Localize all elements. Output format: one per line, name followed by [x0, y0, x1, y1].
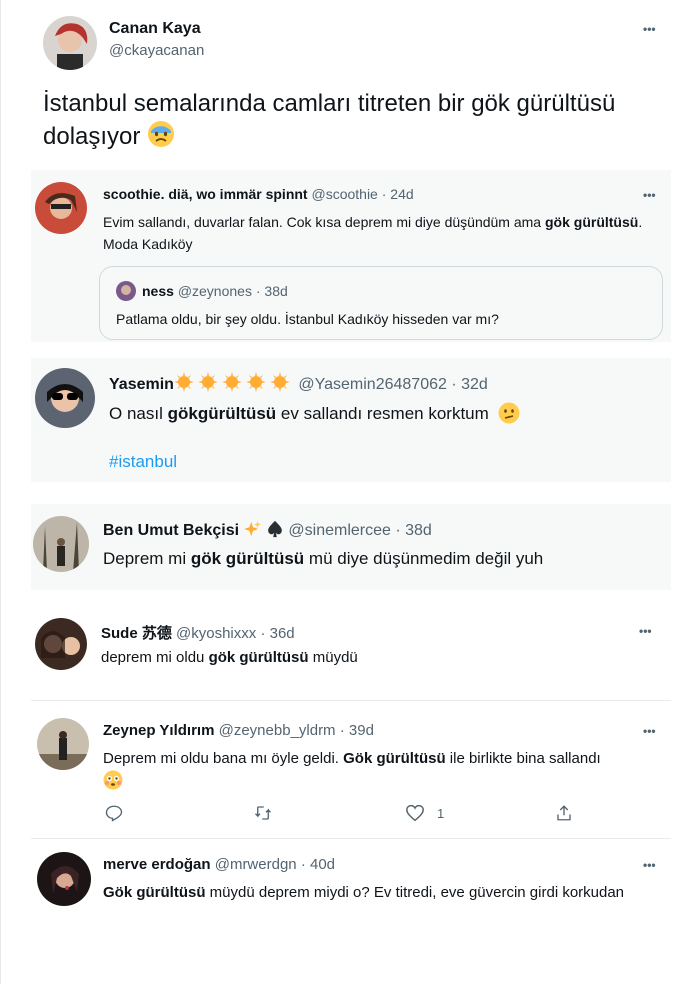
reply-header: Ben Umut Bekçisi @sinemlercee · 38d — [103, 520, 432, 540]
hashtag-link[interactable]: #istanbul — [109, 452, 177, 472]
reply-timestamp[interactable]: · 36d — [260, 625, 294, 642]
reply-header: merve erdoğan @mrwerdgn · 40d — [103, 856, 335, 873]
main-author-name[interactable]: Canan Kaya — [109, 20, 201, 38]
reply-avatar[interactable] — [35, 182, 87, 234]
more-options-icon[interactable]: ••• — [639, 625, 652, 637]
main-tweet-body: İstanbul semalarında camları titreten bi… — [43, 90, 616, 150]
reply-timestamp[interactable]: · 24d — [382, 186, 414, 202]
reply-timestamp[interactable]: · 38d — [395, 522, 431, 539]
main-author-handle[interactable]: @ckayacanan — [109, 42, 204, 59]
reply-timestamp[interactable]: · 39d — [340, 722, 374, 739]
quote-text: Patlama oldu, bir şey oldu. İstanbul Kad… — [116, 311, 499, 327]
more-options-icon[interactable]: ••• — [643, 859, 656, 871]
reply-author-handle[interactable]: @scoothie — [311, 186, 377, 202]
sun-icon — [269, 372, 290, 392]
divider — [31, 700, 671, 701]
confused-face-icon — [498, 402, 520, 424]
sun-icon — [221, 372, 242, 392]
main-avatar[interactable] — [43, 16, 97, 70]
reply-header: Yasemin @Yasemin26487062 · 32d — [109, 372, 488, 394]
quoted-tweet[interactable]: ness @zeynones · 38d Patlama oldu, bir ş… — [99, 266, 663, 340]
reply-author-name[interactable]: merve erdoğan — [103, 856, 211, 873]
sun-icon — [197, 372, 218, 392]
reply-author-handle[interactable]: @mrwerdgn — [215, 856, 297, 873]
share-button[interactable] — [555, 803, 573, 823]
like-button[interactable] — [405, 804, 425, 822]
reply-author-handle[interactable]: @Yasemin26487062 — [298, 376, 447, 393]
reply-avatar[interactable] — [33, 516, 89, 572]
reply-timestamp[interactable]: · 32d — [451, 376, 487, 393]
spade-icon — [268, 520, 282, 538]
more-options-icon[interactable]: ••• — [643, 725, 656, 737]
heart-icon — [406, 804, 424, 822]
divider — [31, 838, 671, 839]
reply-text: O nasıl gökgürültüsü ev sallandı resmen … — [109, 402, 649, 426]
reply-author-handle[interactable]: @kyoshixxx — [176, 625, 256, 642]
quote-author-handle[interactable]: @zeynones — [178, 283, 252, 299]
sun-icon — [173, 372, 194, 392]
share-icon — [557, 805, 571, 821]
sun-icon — [245, 372, 266, 392]
reply-card[interactable] — [31, 504, 671, 590]
reply-avatar[interactable] — [35, 368, 95, 428]
reply-header: scoothie. diä, wo immär spinnt @scoothie… — [103, 186, 414, 202]
sparkles-icon — [243, 520, 261, 537]
reply-header: Sude 苏德 @kyoshixxx · 36d — [101, 622, 295, 643]
reply-author-name[interactable]: Sude 苏德 — [101, 625, 172, 642]
reply-text: deprem mi oldu gök gürültüsü müydü — [101, 649, 358, 666]
reply-button[interactable] — [105, 804, 123, 822]
reply-timestamp[interactable]: · 40d — [301, 856, 335, 873]
retweet-button[interactable] — [253, 804, 273, 822]
reply-text: Deprem mi oldu bana mı öyle geldi. Gök g… — [103, 748, 663, 793]
like-count: 1 — [437, 806, 445, 821]
reply-author-handle[interactable]: @sinemlercee — [288, 522, 391, 539]
reply-author-name[interactable]: Yasemin — [109, 376, 174, 393]
quote-author-name[interactable]: ness — [142, 283, 174, 299]
reply-avatar[interactable] — [37, 852, 91, 906]
retweet-icon — [255, 806, 271, 820]
timeline: Canan Kaya @ckayacanan ••• İstanbul sema… — [0, 0, 690, 984]
reply-text: Deprem mi gök gürültüsü mü diye düşünmed… — [103, 549, 544, 568]
reply-text: Evim sallandı, duvarlar falan. Cok kısa … — [103, 214, 643, 252]
main-tweet-text: İstanbul semalarında camları titreten bi… — [43, 88, 673, 153]
reply-author-name[interactable]: Ben Umut Bekçisi — [103, 522, 239, 539]
reply-author-name[interactable]: scoothie. diä, wo immär spinnt — [103, 186, 308, 202]
reply-icon — [105, 805, 123, 822]
reply-author-name[interactable]: Zeynep Yıldırım — [103, 722, 214, 739]
quote-header: ness @zeynones · 38d — [142, 283, 288, 299]
anxious-face-icon — [148, 121, 175, 147]
reply-avatar[interactable] — [35, 618, 87, 670]
quote-timestamp[interactable]: · 38d — [256, 283, 288, 299]
more-options-icon[interactable]: ••• — [643, 23, 656, 35]
reply-author-handle[interactable]: @zeynebb_yldrm — [219, 722, 336, 739]
quote-avatar[interactable] — [116, 281, 136, 301]
reply-text: Gök gürültüsü müydü deprem miydi o? Ev t… — [103, 884, 625, 901]
more-options-icon[interactable]: ••• — [643, 189, 656, 201]
reply-avatar[interactable] — [37, 718, 89, 770]
reply-header: Zeynep Yıldırım @zeynebb_yldrm · 39d — [103, 722, 374, 739]
flushed-face-icon — [103, 770, 123, 790]
